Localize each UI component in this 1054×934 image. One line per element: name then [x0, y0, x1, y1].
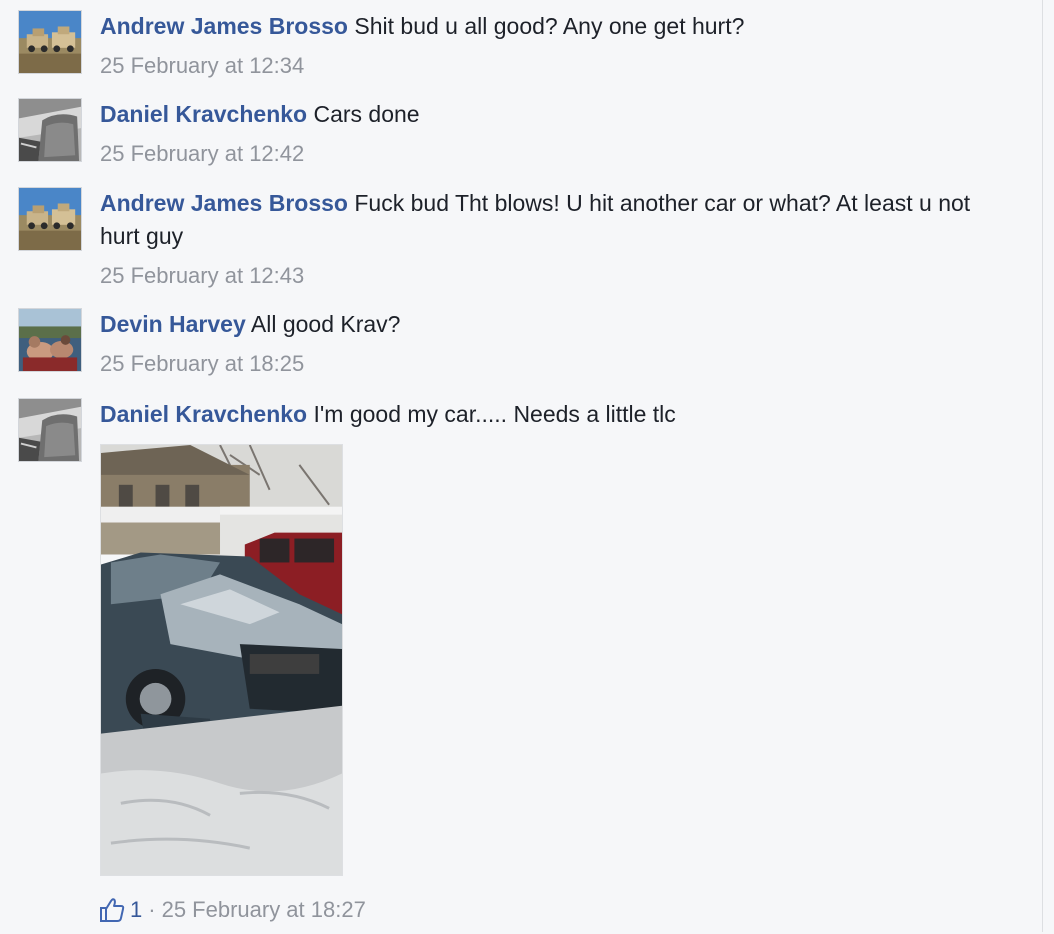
avatar-daniel-kravchenko[interactable]: [18, 398, 82, 462]
comment-meta: 25 February at 12:42: [100, 139, 1000, 169]
comment-author-link[interactable]: Andrew James Brosso: [100, 190, 348, 216]
comment-text: Daniel Kravchenko Cars done: [100, 98, 1000, 131]
lake-avatar-image: [19, 309, 81, 371]
avatar-devin-harvey[interactable]: [18, 308, 82, 372]
comment-author-link[interactable]: Daniel Kravchenko: [100, 101, 307, 127]
comment-author-link[interactable]: Daniel Kravchenko: [100, 401, 307, 427]
snow-avatar-image: [19, 99, 81, 161]
thumbs-up-icon[interactable]: [98, 896, 126, 924]
comment-timestamp[interactable]: 25 February at 12:42: [100, 141, 304, 166]
snow-avatar-image: [19, 399, 81, 461]
comment-footer: 1 · 25 February at 18:27: [98, 893, 366, 927]
comment-item: Daniel Kravchenko I'm good my car..... N…: [18, 398, 1028, 888]
comment-text: Andrew James Brosso Fuck bud Tht blows! …: [100, 187, 980, 253]
avatar-daniel-kravchenko[interactable]: [18, 98, 82, 162]
comment-timestamp[interactable]: 25 February at 18:27: [162, 893, 366, 927]
crashed-car-photo[interactable]: [100, 444, 343, 876]
comment-meta: 25 February at 12:34: [100, 51, 1000, 81]
like-count[interactable]: 1: [130, 893, 142, 927]
comment-timestamp[interactable]: 25 February at 12:43: [100, 263, 304, 288]
panel-border: [1042, 0, 1043, 932]
comment-text: Daniel Kravchenko I'm good my car..... N…: [100, 398, 1000, 431]
comment-message: Cars done: [313, 101, 420, 127]
meta-separator: ·: [148, 897, 156, 922]
comment-timestamp[interactable]: 25 February at 12:34: [100, 53, 304, 78]
truck-avatar-image: [19, 188, 81, 250]
comment-text: Andrew James Brosso Shit bud u all good?…: [100, 10, 1000, 43]
comment-meta: 25 February at 18:25: [100, 349, 1000, 379]
comment-author-link[interactable]: Devin Harvey: [100, 311, 246, 337]
comment-message: All good Krav?: [250, 311, 401, 337]
comment-author-link[interactable]: Andrew James Brosso: [100, 13, 348, 39]
comment-text: Devin Harvey All good Krav?: [100, 308, 1000, 341]
truck-avatar-image: [19, 11, 81, 73]
comment-timestamp[interactable]: 25 February at 18:25: [100, 351, 304, 376]
avatar-andrew-james-brosso[interactable]: [18, 187, 82, 251]
avatar-andrew-james-brosso[interactable]: [18, 10, 82, 74]
comment-message: I'm good my car..... Needs a little tlc: [313, 401, 676, 427]
comment-meta: 25 February at 12:43: [100, 261, 980, 291]
comment-message: Shit bud u all good? Any one get hurt?: [354, 13, 745, 39]
crashed-car-photo-image: [101, 445, 342, 875]
